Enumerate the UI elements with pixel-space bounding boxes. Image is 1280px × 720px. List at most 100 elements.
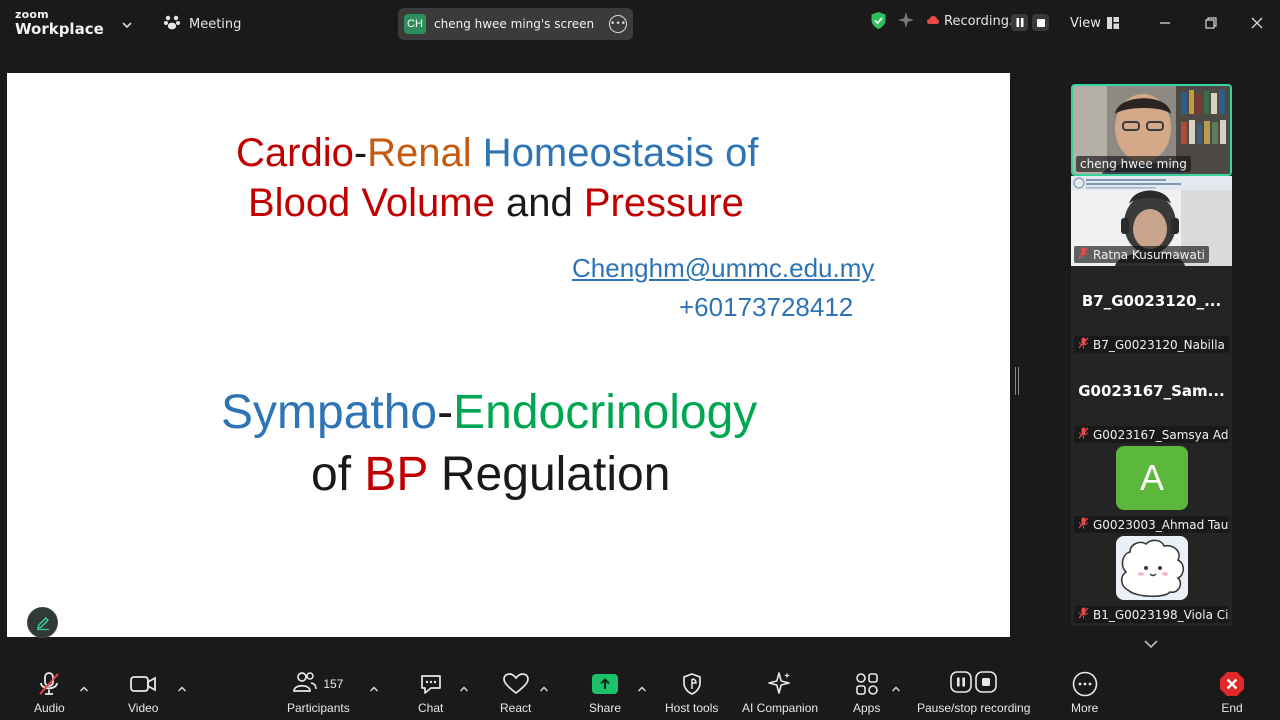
more-button[interactable]: More	[1071, 669, 1098, 715]
video-label: Video	[128, 701, 159, 715]
view-label: View	[1070, 16, 1101, 31]
end-label: End	[1221, 701, 1243, 715]
heart-icon	[502, 669, 529, 699]
chevron-down-icon[interactable]	[121, 15, 133, 34]
minimize-window-icon[interactable]	[1154, 12, 1176, 34]
title-blood-volume: Blood Volume	[248, 181, 495, 225]
logo-zoom-text: zoom	[15, 8, 49, 21]
mic-muted-icon	[1078, 337, 1089, 352]
ai-companion-button[interactable]: AI Companion	[742, 669, 818, 715]
apps-button[interactable]: Apps	[853, 669, 880, 715]
security-shield-icon[interactable]	[870, 11, 887, 30]
participant-name-tag: G0023167_Samsya Adi...	[1074, 426, 1229, 443]
participant-avatar: A	[1116, 446, 1188, 510]
participant-display-name: G0023167_Sam...	[1078, 382, 1225, 400]
slide-email-link[interactable]: Chenghm@ummc.edu.my	[572, 253, 874, 284]
participant-tile-b7[interactable]: B7_G0023120_... B7_G0023120_Nabilla ...	[1071, 266, 1232, 356]
audio-button[interactable]: Audio	[34, 669, 65, 715]
stop-recording-button[interactable]	[1032, 14, 1049, 31]
participant-name: B1_G0023198_Viola Ci...	[1093, 607, 1229, 622]
participant-name: G0023003_Ahmad Tauf...	[1093, 517, 1229, 532]
chat-label: Chat	[418, 701, 444, 715]
pause-icon	[950, 671, 973, 697]
participant-profile-picture	[1116, 536, 1188, 600]
participant-video-panel: cheng hwee ming Ratna Kusumawati B7_G002…	[1071, 84, 1232, 626]
video-button[interactable]: Video	[128, 669, 158, 715]
meeting-label: Meeting	[189, 16, 242, 32]
slide-subtitle-line1: Sympatho-Endocrinology	[221, 385, 757, 440]
audio-options-caret-icon[interactable]	[79, 678, 89, 697]
title-pressure: Pressure	[583, 181, 744, 225]
participant-tile-g0023167[interactable]: G0023167_Sam... G0023167_Samsya Adi...	[1071, 356, 1232, 446]
restore-window-icon[interactable]	[1200, 12, 1222, 34]
end-meeting-icon	[1219, 669, 1245, 699]
video-options-caret-icon[interactable]	[177, 678, 187, 697]
more-dots-icon	[1072, 669, 1098, 699]
chat-button[interactable]: Chat	[418, 669, 443, 715]
participants-button[interactable]: 157 Participants	[287, 669, 350, 715]
title-and: and	[494, 181, 584, 225]
participant-tile-ratna[interactable]: Ratna Kusumawati	[1071, 176, 1232, 266]
logo-workplace-text: Workplace	[15, 20, 104, 38]
chat-bubble-icon	[419, 669, 443, 699]
end-meeting-button[interactable]: End	[1219, 669, 1245, 715]
recording-status-label: Recording...	[944, 14, 1022, 29]
chat-options-caret-icon[interactable]	[459, 678, 469, 697]
slide-phone-number: +60173728412	[679, 292, 854, 322]
mic-muted-icon	[1078, 427, 1089, 442]
participant-tile-b1[interactable]: B1_G0023198_Viola Ci...	[1071, 536, 1232, 626]
participant-tile-g0023003[interactable]: A G0023003_Ahmad Tauf...	[1071, 446, 1232, 536]
mic-muted-icon	[1078, 607, 1089, 622]
react-label: React	[500, 701, 532, 715]
more-label: More	[1071, 701, 1099, 715]
more-options-icon[interactable]: •••	[609, 15, 627, 33]
shared-screen-pill[interactable]: CH cheng hwee ming's screen •••	[398, 8, 633, 40]
pause-stop-recording-button[interactable]: Pause/stop recording	[917, 669, 1030, 715]
scroll-down-chevron-icon[interactable]	[1143, 634, 1159, 653]
participant-name-tag: cheng hwee ming	[1076, 156, 1191, 172]
pause-recording-button[interactable]	[1011, 14, 1028, 31]
share-options-caret-icon[interactable]	[637, 678, 647, 697]
apps-options-caret-icon[interactable]	[891, 678, 901, 697]
mic-muted-icon	[1078, 517, 1089, 532]
participants-label: Participants	[287, 701, 350, 715]
participant-name: B7_G0023120_Nabilla ...	[1093, 337, 1229, 352]
slide-subtitle-line2: of BP Regulation	[311, 447, 670, 502]
sharer-avatar-badge: CH	[404, 14, 426, 34]
view-button[interactable]: View	[1070, 14, 1119, 33]
panel-resize-handle[interactable]	[1015, 367, 1019, 395]
participant-display-name: B7_G0023120_...	[1081, 292, 1222, 310]
mic-muted-icon	[36, 669, 62, 699]
meeting-controls-toolbar: Audio Video 157 Participants Chat React …	[0, 660, 1280, 720]
participant-name: Ratna Kusumawati	[1093, 247, 1205, 262]
view-grid-icon	[1106, 14, 1119, 33]
shared-screen-label: cheng hwee ming's screen	[434, 17, 595, 31]
participant-tile-cheng[interactable]: cheng hwee ming	[1071, 84, 1232, 176]
shield-icon	[681, 669, 703, 699]
participant-name-tag: G0023003_Ahmad Tauf...	[1074, 516, 1229, 533]
ai-sparkle-icon[interactable]	[897, 11, 915, 29]
subtitle-of: of	[311, 448, 365, 501]
participant-name-tag: B1_G0023198_Viola Ci...	[1074, 606, 1229, 623]
apps-grid-icon	[855, 669, 879, 699]
participant-name-tag: B7_G0023120_Nabilla ...	[1074, 336, 1229, 353]
participants-count: 157	[323, 677, 344, 691]
annotate-pencil-button[interactable]	[27, 607, 58, 638]
title-renal: Renal	[367, 131, 472, 175]
meeting-info-button[interactable]: Meeting	[163, 13, 241, 35]
react-options-caret-icon[interactable]	[539, 678, 549, 697]
host-tools-button[interactable]: Host tools	[665, 669, 718, 715]
video-camera-icon	[129, 669, 157, 699]
avatar-letter: A	[1139, 457, 1164, 498]
react-button[interactable]: React	[500, 669, 531, 715]
participant-name: cheng hwee ming	[1080, 157, 1187, 171]
meeting-paw-icon	[163, 13, 181, 35]
share-button[interactable]: Share	[589, 669, 621, 715]
close-window-icon[interactable]	[1246, 12, 1268, 34]
title-dash: -	[353, 131, 368, 175]
participants-options-caret-icon[interactable]	[369, 678, 379, 697]
mic-muted-icon	[1078, 247, 1089, 262]
subtitle-dash: -	[437, 386, 454, 439]
subtitle-regulation: Regulation	[427, 448, 671, 501]
participant-name: G0023167_Samsya Adi...	[1093, 427, 1229, 442]
